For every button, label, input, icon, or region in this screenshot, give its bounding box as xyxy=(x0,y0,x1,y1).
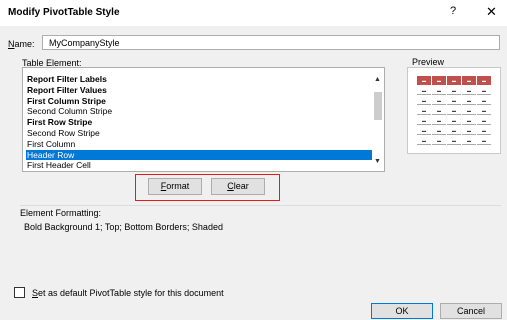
preview-cell: ▬ xyxy=(462,116,476,125)
scroll-up-icon[interactable]: ▲ xyxy=(374,76,381,83)
cancel-button[interactable]: Cancel xyxy=(440,303,502,319)
preview-cell: ▬ xyxy=(447,126,461,135)
preview-header-cell: ▬ xyxy=(477,76,491,85)
preview-cell: ▬ xyxy=(477,136,491,145)
preview-cell: ▬ xyxy=(432,126,446,135)
table-element-item[interactable]: Second Row Stripe xyxy=(26,128,373,138)
preview-cell: ▬ xyxy=(477,86,491,95)
preview-cell: ▬ xyxy=(447,96,461,105)
preview-cell: ▬ xyxy=(417,106,431,115)
preview-cell: ▬ xyxy=(417,116,431,125)
style-name-input[interactable]: MyCompanyStyle xyxy=(42,35,500,50)
default-style-label[interactable]: Set as default PivotTable style for this… xyxy=(32,288,224,298)
element-formatting-text: Bold Background 1; Top; Bottom Borders; … xyxy=(24,222,223,232)
table-element-item[interactable]: First Column Stripe xyxy=(26,96,373,106)
table-element-item[interactable]: Second Column Stripe xyxy=(26,106,373,116)
preview-header-cell: ▬ xyxy=(462,76,476,85)
scrollbar-thumb[interactable] xyxy=(374,92,382,120)
name-label: Name: xyxy=(8,39,35,49)
preview-cell: ▬ xyxy=(462,106,476,115)
preview-header-cell: ▬ xyxy=(447,76,461,85)
preview-cell: ▬ xyxy=(417,86,431,95)
table-element-item[interactable]: Report Filter Values xyxy=(26,85,373,95)
preview-cell: ▬ xyxy=(447,136,461,145)
preview-cell: ▬ xyxy=(462,126,476,135)
preview-cell: ▬ xyxy=(477,116,491,125)
element-formatting-label: Element Formatting: xyxy=(20,208,102,218)
table-element-item[interactable]: First Row Stripe xyxy=(26,117,373,127)
ok-button[interactable]: OK xyxy=(371,303,433,319)
table-element-item[interactable]: First Header Cell xyxy=(26,160,373,170)
preview-cell: ▬ xyxy=(432,96,446,105)
preview-cell: ▬ xyxy=(462,96,476,105)
scroll-down-icon[interactable]: ▼ xyxy=(374,158,381,165)
preview-cell: ▬ xyxy=(432,86,446,95)
preview-cell: ▬ xyxy=(477,96,491,105)
preview-cell: ▬ xyxy=(417,96,431,105)
list-scrollbar[interactable]: ▲ ▼ xyxy=(372,68,384,171)
clear-button[interactable]: Clear xyxy=(211,178,265,195)
element-formatting-divider xyxy=(20,205,501,206)
preview-cell: ▬ xyxy=(447,116,461,125)
preview-cell: ▬ xyxy=(447,106,461,115)
preview-box: ▬ ▬ ▬ ▬ ▬ ▬ ▬ ▬ ▬ ▬ ▬ ▬ ▬ ▬ ▬ ▬ ▬ ▬ ▬ ▬ ▬ ▬ ▬ ▬ ▬ ▬ ▬ ▬ ▬ ▬ ▬ ▬ ▬ ▬ ▬ xyxy=(407,67,501,154)
preview-cell: ▬ xyxy=(417,126,431,135)
preview-header-cell: ▬ xyxy=(432,76,446,85)
table-element-item[interactable]: Report Filter Labels xyxy=(26,74,373,84)
preview-cell: ▬ xyxy=(462,136,476,145)
close-icon[interactable]: ✕ xyxy=(486,4,497,20)
table-element-list[interactable]: Report Filter Labels Report Filter Values… xyxy=(22,67,385,172)
preview-cell: ▬ xyxy=(477,106,491,115)
preview-cell: ▬ xyxy=(447,86,461,95)
table-element-item[interactable]: Header Row xyxy=(26,149,373,160)
preview-cell: ▬ xyxy=(462,86,476,95)
preview-grid: ▬ ▬ ▬ ▬ ▬ ▬ ▬ ▬ ▬ ▬ ▬ ▬ ▬ ▬ ▬ ▬ ▬ ▬ ▬ ▬ ▬ ▬ ▬ ▬ ▬ ▬ ▬ ▬ ▬ ▬ ▬ ▬ ▬ ▬ ▬ xyxy=(417,76,494,149)
dialog-title: Modify PivotTable Style xyxy=(8,7,120,18)
default-style-checkbox[interactable] xyxy=(14,287,25,298)
format-button[interactable]: Format xyxy=(148,178,202,195)
preview-header-cell: ▬ xyxy=(417,76,431,85)
preview-cell: ▬ xyxy=(417,136,431,145)
table-element-item[interactable]: First Column xyxy=(26,139,373,149)
preview-cell: ▬ xyxy=(432,106,446,115)
preview-cell: ▬ xyxy=(432,136,446,145)
preview-cell: ▬ xyxy=(477,126,491,135)
preview-label: Preview xyxy=(412,57,445,67)
help-button[interactable]: ? xyxy=(450,5,456,17)
preview-cell: ▬ xyxy=(432,116,446,125)
